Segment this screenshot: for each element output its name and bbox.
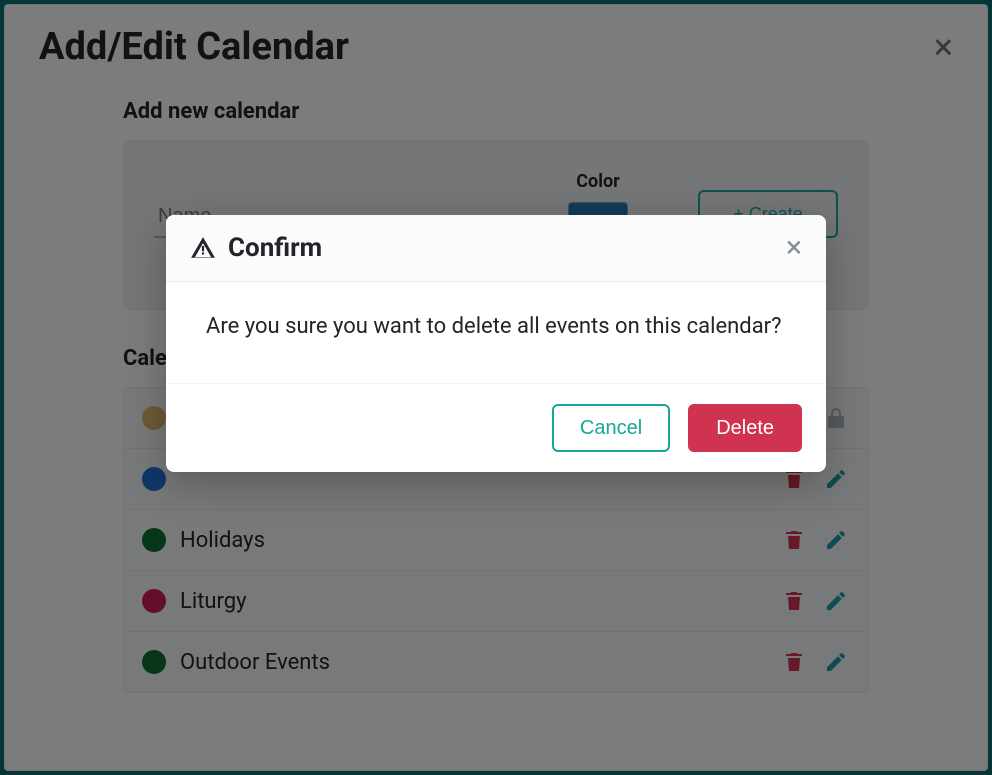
modal-overlay: Confirm × Are you sure you want to delet… [0, 0, 992, 775]
confirm-title: Confirm [228, 233, 322, 263]
delete-button[interactable]: Delete [688, 404, 802, 452]
confirm-dialog: Confirm × Are you sure you want to delet… [166, 215, 826, 472]
warning-icon [190, 235, 216, 261]
confirm-footer: Cancel Delete [166, 384, 826, 472]
confirm-header: Confirm × [166, 215, 826, 282]
cancel-button[interactable]: Cancel [552, 404, 670, 452]
confirm-message: Are you sure you want to delete all even… [166, 282, 826, 384]
close-icon[interactable]: × [786, 233, 802, 263]
